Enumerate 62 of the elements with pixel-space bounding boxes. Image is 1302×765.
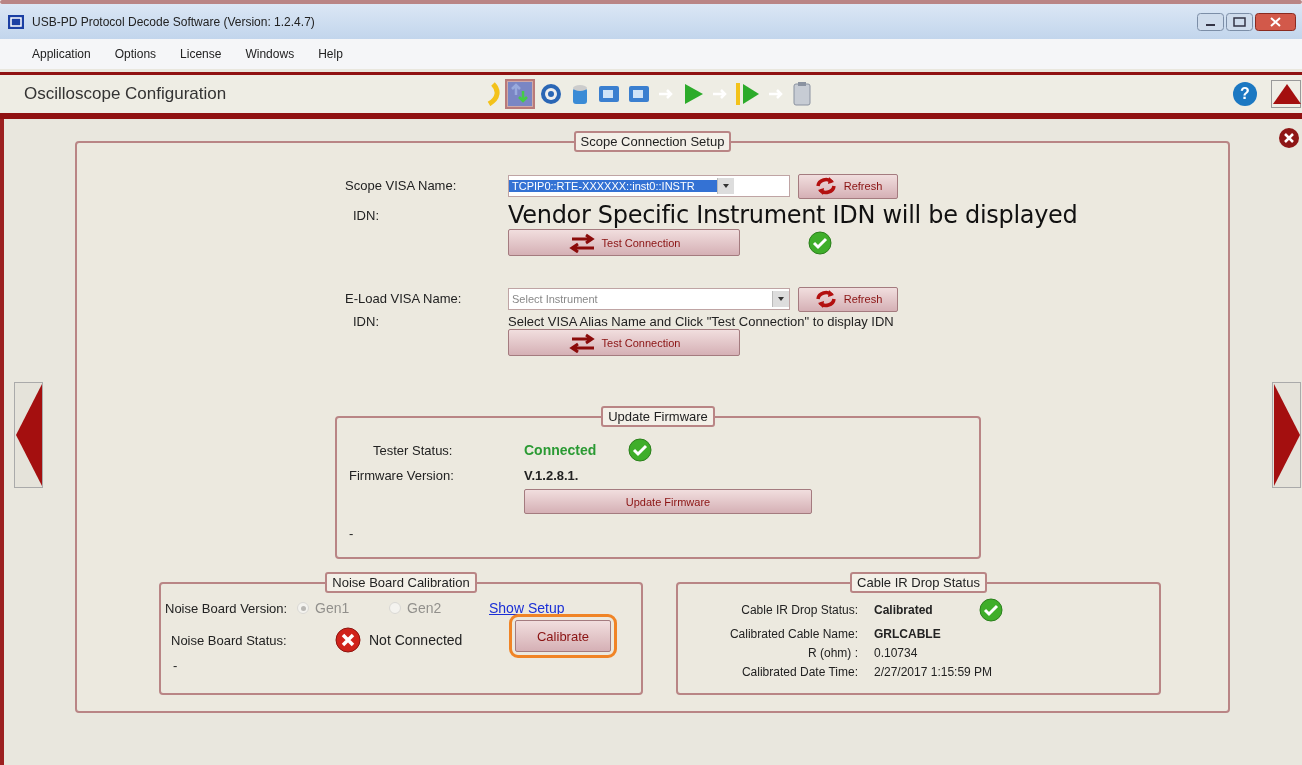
status-value: Not Connected — [368, 632, 464, 648]
refresh-button[interactable]: Refresh — [798, 286, 898, 312]
step-play-icon[interactable] — [735, 81, 761, 107]
idn-text: Select VISA Alias Name and Click "Test Connection" to display IDN — [508, 314, 895, 329]
section-legend: Scope Connection Setup — [573, 131, 732, 152]
note-text: - — [349, 525, 355, 541]
refresh-button[interactable]: Refresh — [798, 173, 898, 199]
section-legend: Update Firmware — [601, 406, 715, 427]
update-firmware-button[interactable]: Update Firmware — [524, 489, 812, 514]
clipboard-icon[interactable] — [791, 81, 813, 107]
field-label: R (ohm) : — [807, 646, 858, 660]
section-legend: Noise Board Calibration — [325, 572, 477, 593]
instrument-dropdown[interactable]: TCPIP0::RTE-XXXXXX::inst0::INSTR — [508, 175, 790, 197]
instrument-field[interactable]: TCPIP0::RTE-XXXXXX::inst0::INSTR — [509, 180, 717, 192]
page-title: Oscilloscope Configuration — [23, 84, 228, 104]
close-panel-button[interactable] — [1278, 127, 1300, 149]
field-label: Tester Status: — [372, 442, 454, 458]
menu-item[interactable]: Help — [306, 47, 355, 61]
field-label: IDN: — [352, 207, 380, 223]
up-down-arrows-icon[interactable] — [507, 81, 533, 107]
menu-item[interactable]: Windows — [233, 47, 307, 61]
field-label: Calibrated Cable Name: — [728, 627, 858, 641]
minimize-button[interactable] — [1197, 12, 1224, 31]
app-logo-icon — [8, 14, 24, 29]
instrument-dropdown[interactable]: Select Instrument — [508, 288, 790, 310]
close-button[interactable] — [1255, 12, 1296, 31]
instrument-field[interactable]: Select Instrument — [509, 293, 772, 305]
next-button[interactable] — [1272, 382, 1302, 488]
field-label: Scope VISA Name: — [345, 177, 458, 195]
menu-item[interactable]: Application — [20, 47, 103, 61]
maximize-button[interactable] — [1226, 12, 1253, 31]
field-label: Cable IR Drop Status: — [740, 603, 858, 617]
status-value: Connected — [524, 442, 597, 458]
previous-button[interactable] — [14, 382, 44, 488]
menu-item[interactable]: License — [168, 47, 234, 61]
field-value: Calibrated — [874, 603, 933, 617]
field-value: 2/27/2017 1:15:59 PM — [874, 665, 993, 679]
test-connection-button[interactable]: Test Connection — [508, 329, 740, 356]
field-label: IDN: — [352, 314, 380, 329]
collapse-button[interactable] — [1271, 80, 1302, 108]
idn-text: Vendor Specific Instrument IDN will be displayed — [508, 201, 1079, 229]
section-legend: Cable IR Drop Status — [850, 572, 987, 593]
swap-arrows-icon — [567, 332, 596, 353]
dropdown-caret-icon — [777, 296, 785, 302]
refresh-icon — [813, 175, 838, 197]
check-icon — [628, 438, 653, 462]
help-button[interactable]: ? — [1233, 82, 1257, 106]
menu-item[interactable]: Options — [102, 47, 169, 61]
field-label: Noise Board Version: — [165, 600, 289, 616]
field-label: Firmware Version: — [349, 468, 455, 483]
field-label: Noise Board Status: — [170, 632, 288, 648]
test-connection-button[interactable]: Test Connection — [508, 229, 740, 256]
refresh-icon — [813, 288, 838, 310]
note-text: - — [172, 658, 178, 673]
dropdown-caret-icon — [721, 183, 730, 189]
field-value: GRLCABLE — [874, 627, 941, 641]
swap-arrows-icon — [567, 232, 596, 253]
field-value: 0.10734 — [874, 646, 918, 660]
field-label: E-Load VISA Name: — [345, 290, 463, 308]
version-value: V.1.2.8.1. — [524, 468, 580, 483]
field-label: Calibrated Date Time: — [740, 665, 858, 679]
window-title: USB-PD Protocol Decode Software (Version: 1.2.4.7) — [32, 14, 315, 29]
